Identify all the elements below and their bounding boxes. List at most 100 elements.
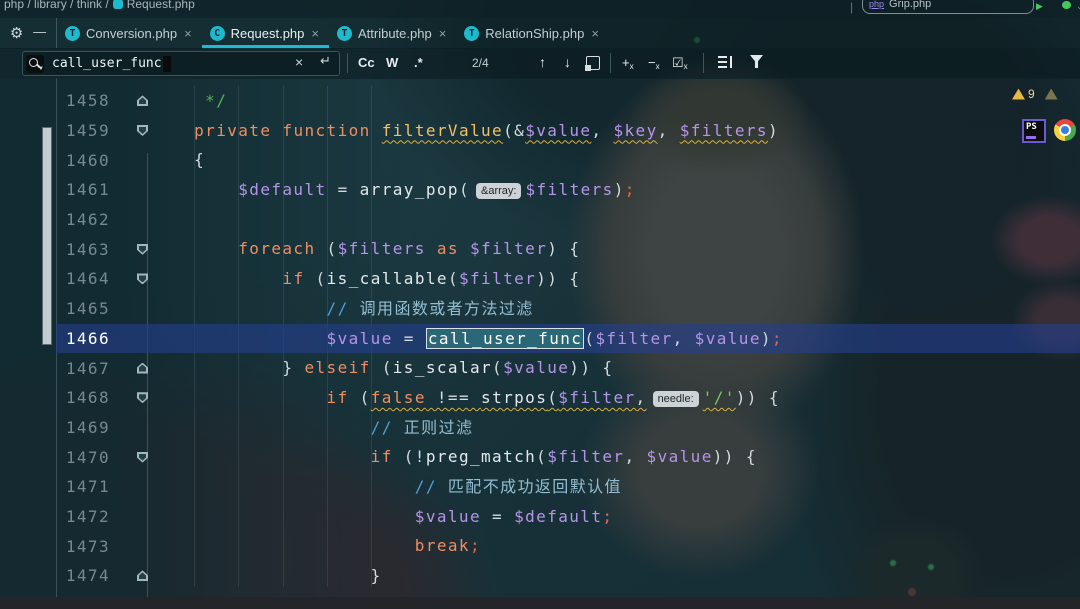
code-line[interactable]: 1458 */ xyxy=(0,86,1080,116)
run-config-select[interactable]: php Grip.php xyxy=(862,0,1034,14)
fold-down-icon[interactable] xyxy=(137,243,148,255)
code-line[interactable]: 1467 } elseif (is_scalar($value)) { xyxy=(0,353,1080,383)
code-line[interactable]: 1463 foreach ($filters as $filter) { xyxy=(0,234,1080,264)
code-text: foreach ($filters as $filter) { xyxy=(150,234,580,264)
line-number[interactable]: 1462 xyxy=(56,210,110,229)
next-match-icon[interactable]: ↓ xyxy=(564,54,571,70)
code-line[interactable]: 1462 xyxy=(0,205,1080,235)
code-line[interactable]: 1472 $value = $default; xyxy=(0,502,1080,532)
match-case-toggle[interactable]: Cc xyxy=(358,55,375,70)
line-number[interactable]: 1460 xyxy=(56,151,110,170)
close-tab-icon[interactable]: × xyxy=(311,26,319,41)
fold-down-icon[interactable] xyxy=(137,392,148,404)
regex-toggle[interactable]: .* xyxy=(414,55,423,70)
line-number[interactable]: 1463 xyxy=(56,240,110,259)
fold-up-icon[interactable] xyxy=(137,570,148,582)
code-line[interactable]: 1474 } xyxy=(0,561,1080,591)
line-number[interactable]: 1471 xyxy=(56,477,110,496)
fold-up-icon[interactable] xyxy=(137,362,148,374)
line-number[interactable]: 1464 xyxy=(56,269,110,288)
token: */ xyxy=(205,91,228,110)
code-line[interactable]: 1464 if (is_callable($filter)) { xyxy=(0,264,1080,294)
code-line[interactable]: 1468 if (false !== strpos($filter, needle… xyxy=(0,383,1080,413)
search-field[interactable]: ▼ call_user_func xyxy=(22,51,340,76)
tab-Attribute.php[interactable]: T Attribute.php × xyxy=(329,18,456,48)
words-toggle[interactable]: W xyxy=(386,55,398,70)
clear-search-icon[interactable]: × xyxy=(295,54,303,70)
fold-up-icon[interactable] xyxy=(137,95,148,107)
phpstorm-icon[interactable]: PS xyxy=(1022,119,1046,143)
prev-match-icon[interactable]: ↑ xyxy=(539,54,546,70)
code-line[interactable]: 1460 { xyxy=(0,145,1080,175)
line-number[interactable]: 1469 xyxy=(56,418,110,437)
inspections-widget[interactable]: 9 xyxy=(1012,87,1061,101)
code-text: $value = $default; xyxy=(150,502,613,532)
add-occurrence-icon[interactable]: +x xyxy=(622,55,634,71)
code-editor[interactable]: 1458 */1459 private function filterValue… xyxy=(0,78,1080,609)
line-number[interactable]: 1474 xyxy=(56,566,110,585)
search-match: call_user_func xyxy=(425,327,585,349)
fold-down-icon[interactable] xyxy=(137,451,148,463)
close-tab-icon[interactable]: × xyxy=(591,26,599,41)
gutter-margin xyxy=(0,205,56,235)
code-line[interactable]: 1471 // 匹配不成功返回默认值 xyxy=(0,472,1080,502)
close-tab-icon[interactable]: × xyxy=(439,26,447,41)
run-button[interactable]: ▶ xyxy=(1036,1,1048,11)
token: } xyxy=(150,358,305,378)
token: , xyxy=(672,328,695,348)
fold-down-icon[interactable] xyxy=(137,273,148,285)
token: $filter xyxy=(558,387,636,407)
line-number[interactable]: 1467 xyxy=(56,359,110,378)
tab-RelationShip.php[interactable]: T RelationShip.php × xyxy=(456,18,609,48)
line-number[interactable]: 1466 xyxy=(56,329,110,348)
search-input[interactable]: call_user_func xyxy=(52,56,162,71)
token: $filter xyxy=(595,328,673,348)
line-number[interactable]: 1459 xyxy=(56,121,110,140)
line-number[interactable]: 1461 xyxy=(56,180,110,199)
filter-icon[interactable] xyxy=(750,55,763,68)
token: array_pop xyxy=(359,180,459,200)
hide-panel-icon[interactable]: — xyxy=(33,24,46,39)
line-number[interactable]: 1470 xyxy=(56,448,110,467)
select-all-matches-icon[interactable] xyxy=(585,56,600,71)
close-tab-icon[interactable]: × xyxy=(184,26,192,41)
token: )) { xyxy=(735,387,780,407)
token: $filter xyxy=(547,447,625,467)
code-line[interactable]: 1459 private function filterValue(&$valu… xyxy=(0,116,1080,146)
search-results-lines-icon[interactable] xyxy=(718,56,732,68)
line-number[interactable]: 1465 xyxy=(56,299,110,318)
run-more-chevron-icon[interactable]: ⌄ xyxy=(1076,1,1080,11)
breadcrumb[interactable]: php / library / think / Request.php xyxy=(4,0,195,11)
code-line[interactable]: 1469 // 正则过滤 xyxy=(0,413,1080,443)
code-line[interactable]: 1466 $value = call_user_func ($filter, $v… xyxy=(0,323,1080,354)
tab-Request.php[interactable]: C Request.php × xyxy=(201,18,330,49)
token: if xyxy=(370,447,393,467)
debug-button[interactable] xyxy=(1062,1,1074,11)
line-number[interactable]: 1473 xyxy=(56,537,110,556)
gear-icon[interactable]: ⚙ xyxy=(10,24,23,42)
trait-icon: T xyxy=(65,25,80,41)
line-number[interactable]: 1472 xyxy=(56,507,110,526)
code-line[interactable]: 1461 $default = array_pop(&array: $filter… xyxy=(0,175,1080,205)
new-line-icon[interactable]: ↵ xyxy=(320,53,331,69)
tab-bar-tools: ⚙ — xyxy=(0,18,57,48)
search-icon[interactable]: ▼ xyxy=(26,54,44,73)
code-line[interactable]: 1465 // 调用函数或者方法过滤 xyxy=(0,294,1080,324)
trait-icon: T xyxy=(464,25,480,41)
gutter-margin xyxy=(0,234,56,264)
token: ( xyxy=(458,180,470,200)
ide-window: php / library / think / Request.php | php… xyxy=(0,0,1080,609)
token: ) xyxy=(613,180,625,200)
line-number[interactable]: 1468 xyxy=(56,388,110,407)
fold-down-icon[interactable] xyxy=(137,125,148,137)
select-occurrences-icon[interactable]: ☑x xyxy=(672,55,688,71)
remove-occurrence-icon[interactable]: −x xyxy=(648,55,660,71)
code-line[interactable]: 1473 break; xyxy=(0,531,1080,561)
token: ; xyxy=(624,180,636,200)
tab-Conversion.php[interactable]: T Conversion.php × xyxy=(57,18,202,48)
tab-label: Conversion.php xyxy=(86,25,178,41)
code-line[interactable]: 1470 if (!preg_match($filter, $value)) { xyxy=(0,442,1080,472)
chrome-icon[interactable] xyxy=(1054,119,1076,141)
line-number[interactable]: 1458 xyxy=(56,91,110,110)
